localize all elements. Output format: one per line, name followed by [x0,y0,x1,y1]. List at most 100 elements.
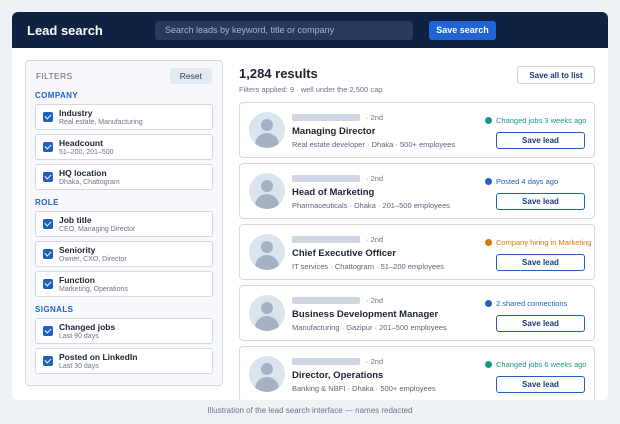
filter-group-title: COMPANY [35,91,79,100]
filter-item[interactable]: Headcount 51–200, 201–500 [35,134,213,160]
lead-title[interactable]: Director, Operations [292,370,383,381]
lead-title[interactable]: Chief Executive Officer [292,248,396,259]
save-search-button[interactable]: Save search [429,20,496,40]
filter-checkbox[interactable] [43,219,53,229]
filter-item[interactable]: Changed jobs Last 90 days [35,318,213,344]
avatar-body [255,194,279,209]
filters-header: FILTERS Reset [26,61,222,84]
app-title: Lead search [27,22,103,38]
lead-signal: Posted 4 days ago [485,177,558,186]
avatar-body [255,255,279,270]
save-lead-button[interactable]: Save lead [496,132,585,149]
signal-dot-icon [485,361,492,368]
lead-title[interactable]: Managing Director [292,126,375,137]
filter-text: Industry Real estate, Manufacturing [59,108,143,127]
filter-checkbox[interactable] [43,142,53,152]
filters-heading: FILTERS [36,71,73,81]
lead-card[interactable]: · 2nd Director, Operations Banking & NBFI … [239,346,595,400]
filter-item[interactable]: Seniority Owner, CXO, Director [35,241,213,267]
redacted-name [292,175,360,182]
connection-degree: · 2nd [366,174,384,183]
filter-value: 51–200, 201–500 [59,148,114,156]
results-count: 1,284 results [239,66,318,81]
avatar-head [261,119,273,131]
connection-degree: · 2nd [366,113,384,122]
app-window: Lead search Search leads by keyword, tit… [12,12,608,400]
filter-checkbox[interactable] [43,172,53,182]
filter-checkbox[interactable] [43,112,53,122]
filter-text: Seniority Owner, CXO, Director [59,245,127,264]
filter-text: Headcount 51–200, 201–500 [59,138,114,157]
filter-text: Job title CEO, Managing Director [59,215,135,234]
signal-text: Changed jobs 6 weeks ago [496,360,587,369]
filter-checkbox[interactable] [43,279,53,289]
results-meta: Filters applied: 9 · well under the 2,50… [239,85,383,94]
filter-value: Dhaka, Chattogram [59,178,120,186]
filter-value: Last 90 days [59,332,99,340]
save-lead-button[interactable]: Save lead [496,254,585,271]
avatar-body [255,133,279,148]
filter-name: Job title [59,214,92,225]
filter-name: Function [59,274,95,285]
lead-card[interactable]: · 2nd Head of Marketing Pharmaceuticals · … [239,163,595,219]
avatar-placeholder-icon [249,356,285,392]
caption: Illustration of the lead search interfac… [207,406,413,415]
filter-group-title: ROLE [35,198,59,207]
filter-text: HQ location Dhaka, Chattogram [59,168,120,187]
lead-title[interactable]: Business Development Manager [292,309,438,320]
signal-dot-icon [485,239,492,246]
connection-degree: · 2nd [366,296,384,305]
save-lead-button[interactable]: Save lead [496,315,585,332]
connection-degree: · 2nd [366,357,384,366]
lead-signal: Changed jobs 6 weeks ago [485,360,586,369]
filter-item[interactable]: HQ location Dhaka, Chattogram [35,164,213,190]
search-input[interactable]: Search leads by keyword, title or compan… [155,20,413,40]
filters-panel: FILTERS Reset COMPANY Industry Real estate… [25,60,223,386]
filter-text: Function Marketing, Operations [59,275,128,294]
signal-text: 2 shared connections [496,299,568,308]
filter-item[interactable]: Posted on LinkedIn Last 30 days [35,348,213,374]
redacted-name [292,358,360,365]
filter-checkbox[interactable] [43,326,53,336]
filter-checkbox[interactable] [43,356,53,366]
filter-value: Owner, CXO, Director [59,255,127,263]
signal-dot-icon [485,117,492,124]
signal-text: Changed jobs 3 weeks ago [496,116,587,125]
filter-checkbox[interactable] [43,249,53,259]
avatar-head [261,302,273,314]
lead-title[interactable]: Head of Marketing [292,187,374,198]
filter-value: Last 30 days [59,362,99,370]
save-lead-button[interactable]: Save lead [496,376,585,393]
filter-name: Seniority [59,244,96,255]
lead-company-info: Banking & NBFI · Dhaka · 500+ employees [292,384,436,393]
avatar-body [255,316,279,331]
filter-groups: COMPANY Industry Real estate, Manufacturin… [26,91,222,374]
lead-card[interactable]: · 2nd Managing Director Real estate develo… [239,102,595,158]
signal-text: Company hiring in Marketing [496,238,592,247]
lead-signal: 2 shared connections [485,299,567,308]
filter-name: Changed jobs [59,321,116,332]
filter-item[interactable]: Industry Real estate, Manufacturing [35,104,213,130]
avatar-placeholder-icon [249,173,285,209]
save-all-to-list-button[interactable]: Save all to list [517,66,595,84]
filter-text: Changed jobs Last 90 days [59,322,115,341]
filter-value: CEO, Managing Director [59,225,136,233]
save-lead-button[interactable]: Save lead [496,193,585,210]
filter-name: Posted on LinkedIn [59,351,138,362]
redacted-name [292,114,360,121]
filter-item[interactable]: Job title CEO, Managing Director [35,211,213,237]
filter-value: Real estate, Manufacturing [59,118,143,126]
filter-name: Headcount [59,137,103,148]
lead-card[interactable]: · 2nd Chief Executive Officer IT services … [239,224,595,280]
lead-signal: Changed jobs 3 weeks ago [485,116,586,125]
avatar-head [261,180,273,192]
lead-company-info: IT services · Chattogram · 51–200 employ… [292,262,445,271]
lead-card[interactable]: · 2nd Business Development Manager Manufac… [239,285,595,341]
avatar-placeholder-icon [249,295,285,331]
filter-item[interactable]: Function Marketing, Operations [35,271,213,297]
lead-company-info: Manufacturing · Gazipur · 201–500 employ… [292,323,447,332]
avatar-placeholder-icon [249,112,285,148]
avatar-head [261,241,273,253]
reset-filters-button[interactable]: Reset [169,68,212,84]
signal-dot-icon [485,300,492,307]
